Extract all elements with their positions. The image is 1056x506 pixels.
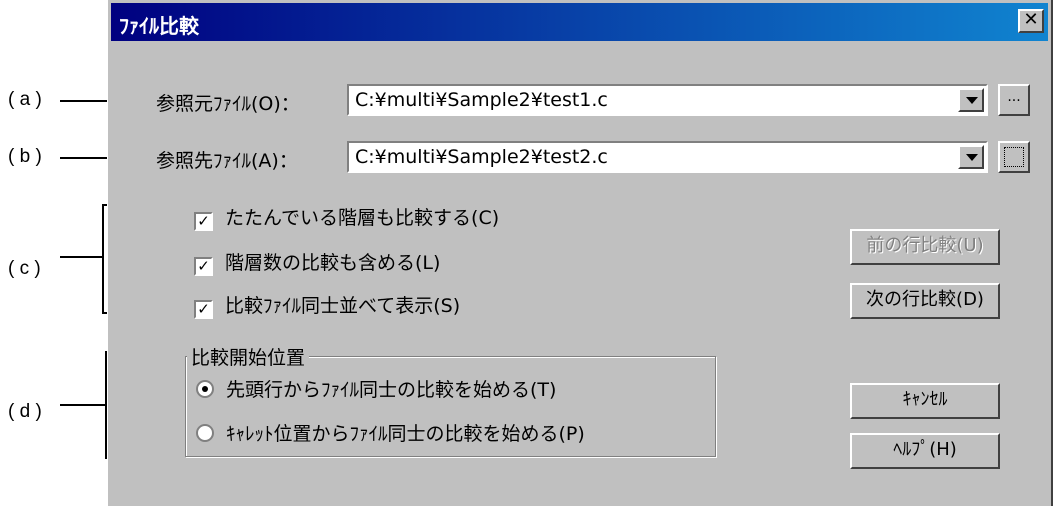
- dialog-title: ﾌｧｲﾙ比較: [119, 14, 199, 38]
- annotation-a: ( a ): [8, 89, 42, 110]
- close-button[interactable]: ✕: [1018, 9, 1044, 33]
- annotation-d: ( d ): [8, 401, 42, 422]
- radio-label: 先頭行からﾌｧｲﾙ同士の比較を始める(T): [226, 379, 557, 401]
- checkbox-icon[interactable]: ✓: [194, 212, 213, 231]
- checkbox-label: 階層数の比較も含める(L): [225, 252, 441, 274]
- annotation-b: ( b ): [8, 146, 42, 167]
- radio-icon[interactable]: [196, 424, 214, 442]
- radio-icon[interactable]: [196, 380, 214, 398]
- checkbox-icon[interactable]: ✓: [194, 300, 213, 319]
- checkbox-label: 比較ﾌｧｲﾙ同士並べて表示(S): [225, 295, 461, 317]
- file-compare-dialog: ﾌｧｲﾙ比較 ✕ 参照元ﾌｧｲﾙ(O)： C:¥multi¥Sample2¥te…: [107, 0, 1053, 506]
- chevron-down-icon[interactable]: [958, 88, 984, 112]
- group-title: 比較開始位置: [187, 343, 310, 370]
- next-line-compare-button[interactable]: 次の行比較(D): [850, 283, 1000, 319]
- source-browse-button[interactable]: ...: [998, 84, 1030, 116]
- source-file-value: C:¥multi¥Sample2¥test1.c: [355, 89, 608, 111]
- browse-label: ...: [1007, 89, 1021, 105]
- checkbox-include-depth[interactable]: ✓ 階層数の比較も含める(L): [194, 248, 440, 276]
- source-file-combo[interactable]: C:¥multi¥Sample2¥test1.c: [347, 84, 988, 116]
- source-file-label: 参照元ﾌｧｲﾙ(O)：: [156, 93, 300, 115]
- radio-from-top[interactable]: 先頭行からﾌｧｲﾙ同士の比較を始める(T): [196, 375, 556, 402]
- prev-line-compare-button[interactable]: 前の行比較(U): [850, 229, 1000, 265]
- cancel-button[interactable]: ｷｬﾝｾﾙ: [850, 383, 1000, 419]
- radio-label: ｷｬﾚｯﾄ位置からﾌｧｲﾙ同士の比較を始める(P): [226, 423, 585, 445]
- checkbox-icon[interactable]: ✓: [194, 257, 213, 276]
- target-file-label: 参照先ﾌｧｲﾙ(A)：: [156, 150, 298, 172]
- annotation-c: ( c ): [8, 258, 41, 279]
- radio-from-caret[interactable]: ｷｬﾚｯﾄ位置からﾌｧｲﾙ同士の比較を始める(P): [196, 419, 585, 446]
- target-file-combo[interactable]: C:¥multi¥Sample2¥test2.c: [347, 141, 988, 173]
- checkbox-include-collapsed[interactable]: ✓ たたんでいる階層も比較する(C): [194, 203, 499, 231]
- target-browse-button[interactable]: [998, 141, 1030, 173]
- target-file-value: C:¥multi¥Sample2¥test2.c: [355, 146, 608, 168]
- title-bar[interactable]: ﾌｧｲﾙ比較 ✕: [111, 3, 1048, 41]
- checkbox-label: たたんでいる階層も比較する(C): [225, 207, 500, 229]
- checkbox-side-by-side[interactable]: ✓ 比較ﾌｧｲﾙ同士並べて表示(S): [194, 291, 460, 319]
- chevron-down-icon[interactable]: [958, 145, 984, 169]
- close-icon: ✕: [1023, 9, 1039, 30]
- help-button[interactable]: ﾍﾙﾌﾟ(H): [850, 433, 1000, 469]
